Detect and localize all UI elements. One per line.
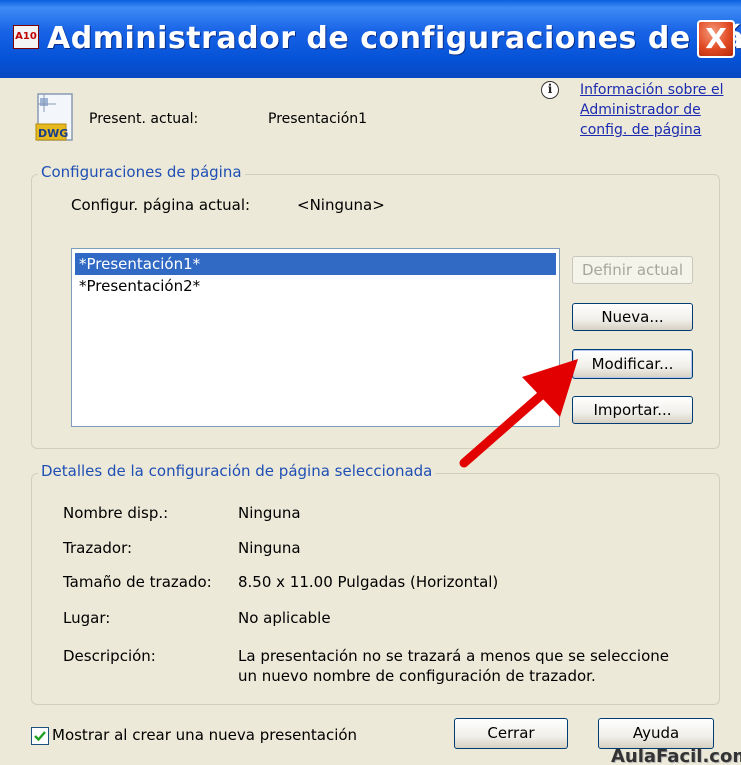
plotter-label: Trazador: — [63, 539, 133, 557]
close-window-button[interactable]: X — [697, 20, 735, 58]
device-name-value: Ninguna — [238, 504, 301, 522]
dwg-icon-text: DWG — [38, 127, 68, 140]
current-page-setup-label: Configur. página actual: — [71, 196, 251, 214]
dialog-title: Administrador de configuraciones de pági… — [47, 21, 741, 56]
device-name-label: Nombre disp.: — [63, 504, 169, 522]
show-on-new-layout-label[interactable]: Mostrar al crear una nueva presentación — [52, 726, 357, 744]
new-button[interactable]: Nueva... — [572, 303, 693, 331]
current-layout-value: Presentación1 — [268, 111, 368, 127]
help-button[interactable]: Ayuda — [598, 718, 714, 749]
plot-size-value: 8.50 x 11.00 Pulgadas (Horizontal) — [238, 573, 499, 591]
description-label: Descripción: — [63, 647, 156, 665]
info-link-line-1[interactable]: Información sobre el — [580, 80, 741, 100]
info-link-line-2[interactable]: Administrador de — [580, 100, 741, 120]
dwg-file-icon: DWG — [35, 93, 73, 141]
location-value: No aplicable — [238, 609, 331, 627]
location-label: Lugar: — [63, 609, 111, 627]
description-value-line-1: La presentación no se trazará a menos qu… — [238, 647, 670, 665]
app-icon-text: A10 — [15, 31, 37, 42]
info-link-line-3[interactable]: config. de página — [580, 120, 741, 140]
current-layout-label: Present. actual: — [89, 111, 199, 127]
plotter-value: Ninguna — [238, 539, 301, 557]
page-setups-group-title: Configuraciones de página — [38, 163, 245, 181]
info-link[interactable]: Información sobre el Administrador de co… — [580, 80, 741, 140]
list-item[interactable]: *Presentación2* — [75, 275, 556, 297]
watermark: AulaFacil.com — [611, 746, 741, 765]
list-item[interactable]: *Presentación1* — [75, 253, 556, 275]
set-current-button[interactable]: Definir actual — [572, 256, 693, 284]
description-value-line-2: un nuevo nombre de configuración de traz… — [238, 667, 596, 685]
details-group-title: Detalles de la configuración de página s… — [38, 462, 436, 480]
plot-size-label: Tamaño de trazado: — [63, 573, 212, 591]
info-icon: i — [541, 81, 559, 99]
annotation-arrow-icon — [459, 359, 578, 468]
close-icon: X — [705, 22, 727, 55]
title-bar[interactable]: A10 Administrador de configuraciones de … — [0, 0, 741, 78]
current-page-setup-value: <Ninguna> — [297, 196, 385, 214]
show-on-new-layout-checkbox[interactable] — [31, 727, 49, 745]
checkmark-icon — [34, 731, 46, 742]
page-setup-manager-dialog: A10 Administrador de configuraciones de … — [0, 0, 741, 765]
autocad-app-icon: A10 — [13, 25, 39, 49]
close-button[interactable]: Cerrar — [454, 718, 568, 749]
